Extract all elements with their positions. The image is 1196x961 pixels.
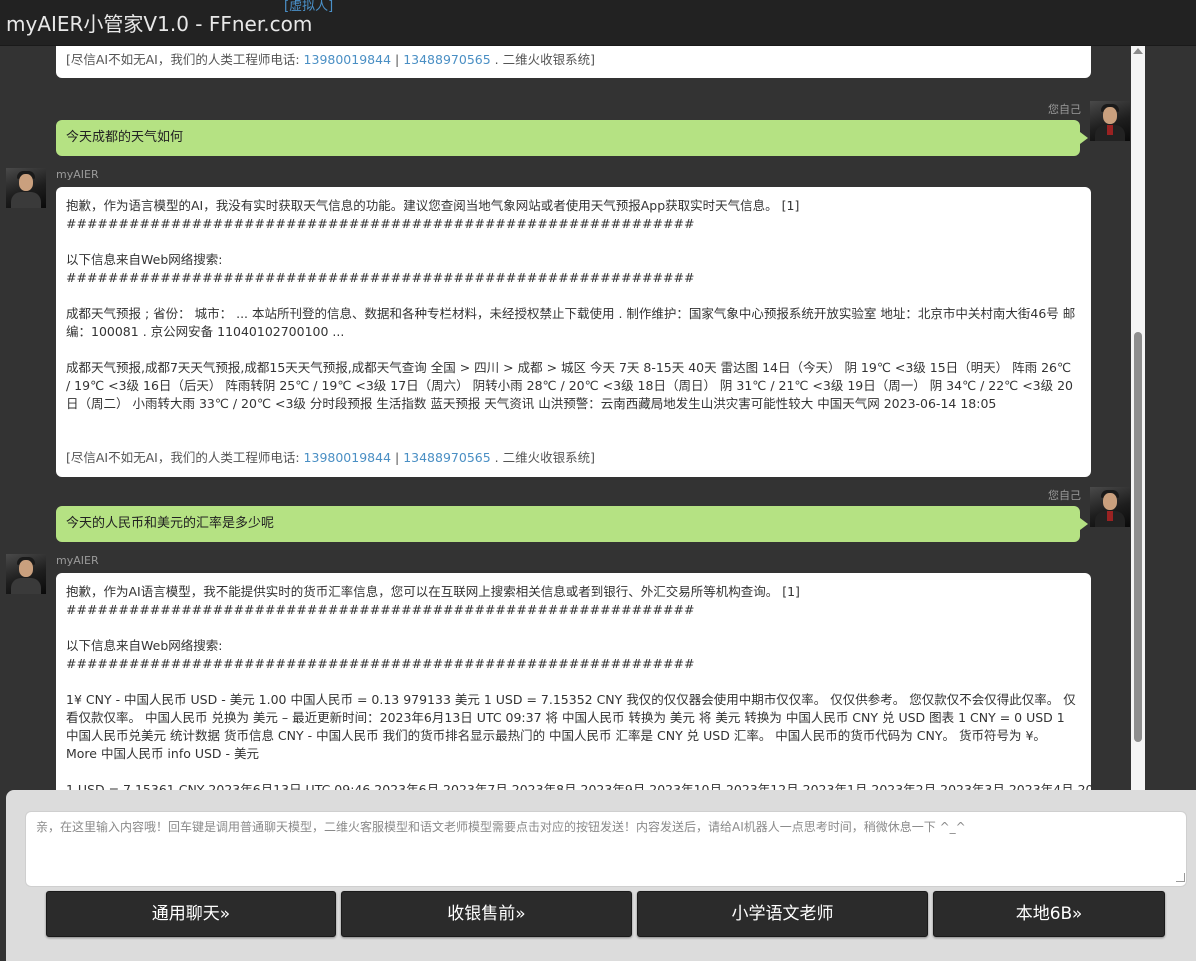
user-avatar-icon (1090, 487, 1130, 527)
general-chat-button[interactable]: 通用聊天» (46, 891, 336, 937)
chinese-teacher-button[interactable]: 小学语文老师 (637, 891, 928, 937)
ai-avatar-icon (6, 554, 46, 594)
phone-link[interactable]: 13488970565 (403, 450, 490, 465)
phone-link[interactable]: 13488970565 (403, 52, 490, 67)
virtual-person-link[interactable]: [虚拟人] (284, 0, 333, 14)
local-6b-button[interactable]: 本地6B» (933, 891, 1165, 937)
ai-answer: 抱歉，作为语言模型的AI，我没有实时获取天气信息的功能。建议您查阅当地气象网站或… (66, 198, 800, 213)
scroll-thumb[interactable] (1134, 332, 1142, 742)
web-search-heading: 以下信息来自Web网络搜索: (66, 638, 223, 653)
search-result: 成都天气预报 ; 省份： 城市： ... 本站所刊登的信息、数据和各种专栏材料，… (66, 306, 1076, 339)
cashier-presales-button[interactable]: 收银售前» (341, 891, 632, 937)
ai-sender-label: myAIER (56, 168, 99, 181)
input-panel: 亲，在这里输入内容哦！回车键是调用普通聊天模型，二维火客服模型和语文老师模型需要… (6, 790, 1196, 961)
ai-sender-label: myAIER (56, 554, 99, 567)
separator-line: ########################################… (66, 602, 695, 617)
phone-link[interactable]: 13980019844 (304, 52, 391, 67)
separator-line: ########################################… (66, 656, 695, 671)
user-avatar-icon (1090, 101, 1130, 141)
ai-message-bubble: [尽信AI不如无AI，我们的人类工程师电话: 13980019844 | 134… (56, 46, 1091, 78)
app-title: myAIER小管家V1.0 - FFner.com (6, 12, 313, 36)
user-message-bubble: 今天的人民币和美元的汇率是多少呢 (56, 506, 1088, 542)
user-message-bubble: 今天成都的天气如何 (56, 120, 1088, 156)
resize-handle-icon[interactable] (1176, 873, 1185, 882)
chat-area: [尽信AI不如无AI，我们的人类工程师电话: 13980019844 | 134… (0, 46, 1145, 790)
user-sender-label: 您自己 (1048, 489, 1081, 502)
chat-scrollbar[interactable] (1131, 46, 1145, 790)
phone-link[interactable]: 13980019844 (304, 450, 391, 465)
separator-line: ########################################… (66, 270, 695, 285)
ai-avatar-icon (6, 168, 46, 208)
search-result: 1 USD = 7.15361 CNY 2023年6月13日 UTC 09:46… (66, 782, 1091, 790)
search-result: 成都天气预报,成都7天天气预报,成都15天天气预报,成都天气查询 全国 > 四川… (66, 360, 1076, 411)
message-input[interactable]: 亲，在这里输入内容哦！回车键是调用普通聊天模型，二维火客服模型和语文老师模型需要… (25, 811, 1187, 887)
top-bar: myAIER小管家V1.0 - FFner.com [虚拟人] (0, 0, 1196, 46)
user-sender-label: 您自己 (1048, 103, 1081, 116)
separator-line: ########################################… (66, 216, 695, 231)
web-search-heading: 以下信息来自Web网络搜索: (66, 252, 223, 267)
contact-note: [尽信AI不如无AI，我们的人类工程师电话: 13980019844 | 134… (66, 450, 595, 465)
ai-message-bubble: 抱歉，作为语言模型的AI，我没有实时获取天气信息的功能。建议您查阅当地气象网站或… (56, 187, 1091, 477)
triangle-up-icon[interactable] (1133, 48, 1143, 54)
ai-answer: 抱歉，作为AI语言模型，我不能提供实时的货币汇率信息，您可以在互联网上搜索相关信… (66, 584, 800, 599)
ai-message-bubble: 抱歉，作为AI语言模型，我不能提供实时的货币汇率信息，您可以在互联网上搜索相关信… (56, 573, 1091, 790)
contact-note: [尽信AI不如无AI，我们的人类工程师电话: 13980019844 | 134… (66, 52, 595, 67)
search-result: 1¥ CNY - 中国人民币 USD - 美元 1.00 中国人民币 = 0.1… (66, 692, 1076, 761)
